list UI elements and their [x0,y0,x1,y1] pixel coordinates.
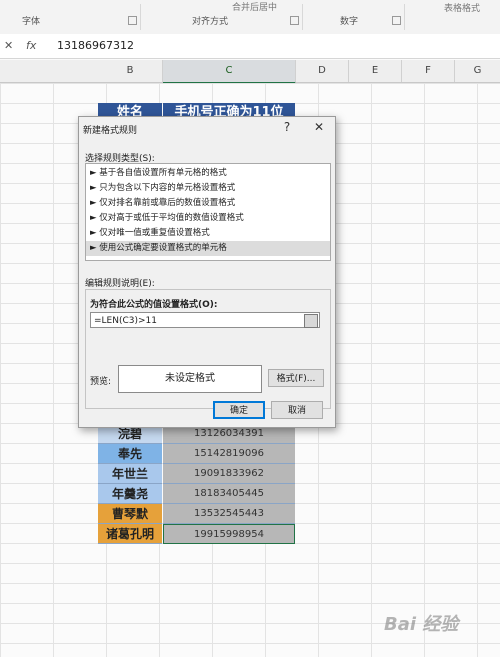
column-header-c[interactable]: C [163,60,296,84]
ribbon-separator [302,4,303,30]
function-icon[interactable]: fx [26,39,36,52]
rule-type-item[interactable]: ► 基于各自值设置所有单元格的格式 [86,166,330,181]
formula-label: 为符合此公式的值设置格式(O): [90,300,218,310]
name-cell[interactable]: 年世兰 [98,464,162,484]
formula-input[interactable]: =LEN(C3)>11 [90,312,320,328]
alignment-dialog-launcher-icon[interactable] [290,16,299,25]
help-button[interactable]: ? [280,120,294,134]
rule-type-list[interactable]: ► 基于各自值设置所有单元格的格式 ► 只为包含以下内容的单元格设置格式 ► 仅… [85,163,331,261]
number-dialog-launcher-icon[interactable] [392,16,401,25]
phone-cell[interactable]: 13532545443 [163,504,295,524]
rule-type-item[interactable]: ► 仅对高于或低于平均值的数值设置格式 [86,211,330,226]
ribbon: 字体 对齐方式 合并后居中 数字 表格格式 [0,0,500,35]
close-button[interactable]: ✕ [312,120,326,134]
new-format-rule-dialog: 新建格式规则 ? ✕ 选择规则类型(S): ► 基于各自值设置所有单元格的格式 … [78,116,336,428]
phone-cell[interactable]: 15142819096 [163,444,295,464]
formula-input[interactable]: 13186967312 [57,39,134,52]
column-header-b[interactable]: B [98,60,163,82]
name-cell[interactable]: 诸葛孔明 [98,524,162,544]
format-button[interactable]: 格式(F)... [268,369,324,387]
preview-box: 未设定格式 [118,365,262,393]
rule-type-item[interactable]: ► 仅对排名靠前或靠后的数值设置格式 [86,196,330,211]
column-header-f[interactable]: F [402,60,455,82]
column-header-d[interactable]: D [296,60,349,82]
preview-label: 预览: [90,377,112,387]
edit-rule-label: 编辑规则说明(E): [85,279,155,289]
ok-button[interactable]: 确定 [213,401,265,419]
formula-text: =LEN(C3)>11 [94,316,157,326]
name-cell[interactable]: 奉先 [98,444,162,464]
column-header-e[interactable]: E [349,60,402,82]
name-cell[interactable]: 曹琴默 [98,504,162,524]
rule-type-item[interactable]: ► 只为包含以下内容的单元格设置格式 [86,181,330,196]
table-format-button[interactable]: 表格格式 [444,1,480,14]
ribbon-group-number: 数字 [340,17,359,27]
font-dialog-launcher-icon[interactable] [128,16,137,25]
rule-type-item-selected[interactable]: ► 使用公式确定要设置格式的单元格 [86,241,330,256]
ribbon-separator [404,4,405,30]
rule-type-item[interactable]: ► 仅对唯一值或重复值设置格式 [86,226,330,241]
phone-cell[interactable]: 19915998954 [163,524,295,544]
baidu-watermark: Bai 经验 [384,614,459,635]
cancel-button[interactable]: 取消 [271,401,323,419]
formula-bar: ✕ fx 13186967312 [0,34,500,59]
cancel-icon[interactable]: ✕ [4,39,13,52]
name-cell[interactable]: 年羹尧 [98,484,162,504]
column-headers: B C D E F G [0,60,500,84]
merge-center-button[interactable]: 合并后居中 [232,0,277,13]
ribbon-group-alignment: 对齐方式 [192,17,229,27]
edit-rule-panel: 为符合此公式的值设置格式(O): =LEN(C3)>11 预览: 未设定格式 格… [85,289,331,409]
ribbon-group-font: 字体 [22,17,41,27]
phone-cell[interactable]: 18183405445 [163,484,295,504]
collapse-dialog-icon[interactable] [304,314,318,328]
phone-cell[interactable]: 19091833962 [163,464,295,484]
dialog-title: 新建格式规则 [83,126,138,136]
column-header-g[interactable]: G [455,60,500,82]
ribbon-separator [140,4,141,30]
